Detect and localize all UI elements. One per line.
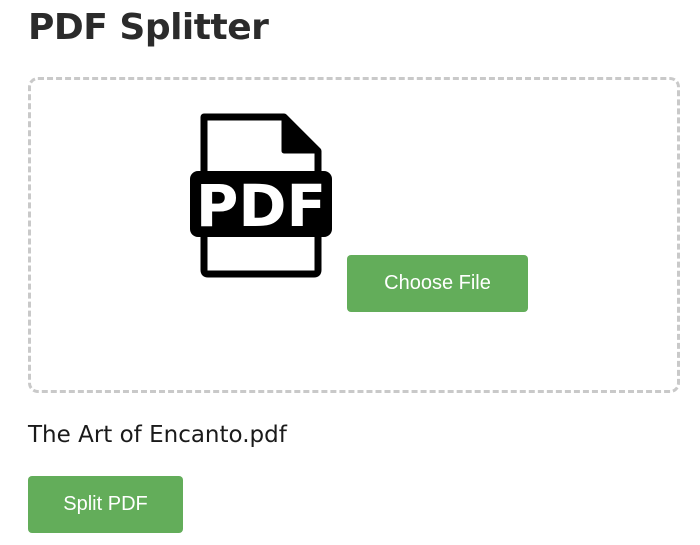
choose-file-button[interactable]: Choose File <box>347 255 528 312</box>
pdf-icon-label: PDF <box>196 172 326 240</box>
split-pdf-button[interactable]: Split PDF <box>28 476 183 533</box>
selected-file-name: The Art of Encanto.pdf <box>28 422 287 448</box>
file-dropzone[interactable]: PDF Choose File <box>28 77 680 393</box>
page-title: PDF Splitter <box>28 7 269 48</box>
pdf-file-icon: PDF <box>190 113 332 278</box>
